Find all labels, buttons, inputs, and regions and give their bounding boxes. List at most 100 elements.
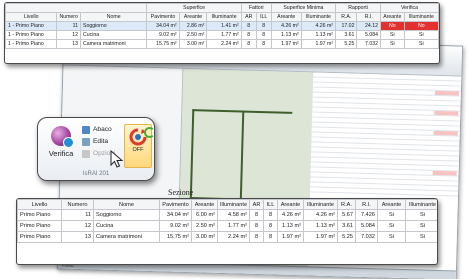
column-header[interactable]: R.A. xyxy=(335,12,358,22)
column-header[interactable]: R.I. xyxy=(356,12,382,22)
column-header[interactable]: Nome xyxy=(79,12,148,22)
cursor-icon xyxy=(110,150,124,168)
column-header[interactable]: Nome xyxy=(93,199,160,210)
table-cell: 24.12 xyxy=(356,21,382,31)
column-header[interactable]: ILL xyxy=(255,12,272,22)
table-cell: 8 xyxy=(249,231,264,243)
table-cell: 5.084 xyxy=(355,220,378,232)
table-cell: 6.00 m² xyxy=(191,209,218,221)
table-cell: Soggiorno xyxy=(93,209,160,221)
table-cell: 17.02 xyxy=(335,21,358,31)
column-header[interactable]: R.A. xyxy=(337,199,356,210)
table-cell: Si xyxy=(377,220,406,232)
table-row[interactable]: Primo Piano 12 Cucina 9.02 m² 2.50 m² 1.77 m²… xyxy=(17,220,437,232)
table-cell: 8 xyxy=(240,21,257,31)
column-header[interactable]: AR xyxy=(240,12,257,22)
table-cell: 2.50 m² xyxy=(191,220,218,232)
column-header[interactable]: Illuminante xyxy=(303,199,338,210)
table-row[interactable]: 1 - Primo Piano 11 Soggiorno 34.04 m² 2.86 m… xyxy=(5,21,439,31)
table-cell: Primo Piano xyxy=(17,231,62,243)
table-row[interactable]: Primo Piano 11 Soggiorno 34.04 m² 6.00 m² 4.5… xyxy=(17,209,437,221)
section-label: Sezione xyxy=(168,188,194,197)
table-cell: 1 - Primo Piano xyxy=(5,30,58,40)
column-header[interactable]: Illuminante xyxy=(405,199,437,210)
header-fattori: Fattori xyxy=(240,3,272,13)
table-cell: 1.41 m² xyxy=(206,21,242,31)
table-cell: 34.04 m² xyxy=(146,21,180,31)
abaco-button[interactable]: Abaco xyxy=(82,124,122,135)
column-header[interactable]: R.I. xyxy=(355,199,378,210)
table-cell: 5.25 xyxy=(335,39,358,49)
table-cell: 12 xyxy=(56,30,81,40)
table-cell: Primo Piano xyxy=(17,209,62,221)
table-cell: Si xyxy=(403,39,439,49)
table-cell: 1.97 m² xyxy=(277,231,304,243)
table-cell: 4.58 m² xyxy=(217,209,250,221)
column-header[interactable]: Pavimento xyxy=(146,12,180,22)
verifica-button[interactable]: Verifica xyxy=(44,124,78,168)
edita-button[interactable]: Edita xyxy=(82,136,122,147)
table-cell: 9.02 m² xyxy=(159,220,192,232)
table-cell: No xyxy=(403,21,439,31)
table-cell: Si xyxy=(405,220,437,232)
table-cell: 4.26 m² xyxy=(300,21,337,31)
table-cell: 1 - Primo Piano xyxy=(5,39,58,49)
column-header[interactable]: Numero xyxy=(56,12,81,22)
table-cell: 11 xyxy=(61,209,94,221)
room-schedule-bottom: Livello Numero Nome Pavimento Areante Illumin… xyxy=(16,198,438,265)
table-row[interactable]: 1 - Primo Piano 12 Cucina 9.02 m² 2.50 m² 1.7… xyxy=(5,30,439,40)
table-cell: 8 xyxy=(263,231,278,243)
edita-label: Edita xyxy=(93,138,109,145)
column-header[interactable]: Illuminante xyxy=(403,12,439,22)
table-cell: 8 xyxy=(263,209,278,221)
table-cell: 12 xyxy=(61,220,94,232)
wall-line xyxy=(189,109,195,200)
column-header[interactable]: Areante xyxy=(380,12,405,22)
column-header[interactable]: Numero xyxy=(61,199,94,210)
column-header[interactable]: Livello xyxy=(17,199,62,210)
table-cell: Si xyxy=(405,209,437,221)
column-header[interactable]: Livello xyxy=(5,12,58,22)
table-cell: Soggiorno xyxy=(79,21,148,31)
table-cell: 2.86 m² xyxy=(178,21,208,31)
verifica-icon xyxy=(51,126,74,148)
table-cell: 7.032 xyxy=(356,39,382,49)
ribbon-group-label: IsRAI 201 xyxy=(82,171,110,177)
column-header[interactable]: Pavimento xyxy=(159,199,192,210)
abaco-label: Abaco xyxy=(93,126,112,133)
table-cell: 8 xyxy=(255,21,272,31)
table-cell: 1.13 m² xyxy=(303,220,338,232)
column-header[interactable]: ILL xyxy=(263,199,278,210)
table-cell: 4.26 m² xyxy=(270,21,302,31)
table-cell: 34.04 m² xyxy=(159,209,192,221)
column-header[interactable]: Areante xyxy=(270,12,302,22)
column-header[interactable]: Illuminante xyxy=(217,199,250,210)
header-superfice: Superfice xyxy=(146,3,242,13)
opzioni-icon xyxy=(82,149,90,158)
table-row[interactable]: 1 - Primo Piano 13 Camera matrimoni 15.75 m… xyxy=(5,39,439,49)
table-cell: 5.084 xyxy=(356,30,382,40)
table-cell: Si xyxy=(380,30,405,40)
column-header[interactable]: Illuminante xyxy=(206,12,242,22)
header-verifica: Verifica xyxy=(380,3,439,13)
column-header[interactable]: Areante xyxy=(277,199,304,210)
table-cell: 13 xyxy=(56,39,81,49)
table-cell: 7.032 xyxy=(355,231,378,243)
table-cell: Camera matrimoni xyxy=(93,231,160,243)
toggle-label: OFF xyxy=(132,147,144,153)
table-cell: 7.426 xyxy=(355,209,378,221)
column-header[interactable]: Areante xyxy=(191,199,218,210)
table-row[interactable]: Primo Piano 13 Camera matrimoni 15.75 m² 3.0… xyxy=(17,231,437,243)
table-cell: Cucina xyxy=(79,30,148,40)
table-cell: 2.24 m² xyxy=(206,39,242,49)
table-cell: 8 xyxy=(249,220,264,232)
table-cell: 2.24 m² xyxy=(217,231,250,243)
table-cell: 3.61 xyxy=(335,30,358,40)
column-header[interactable]: AR xyxy=(249,199,264,210)
column-header[interactable]: Areante xyxy=(377,199,406,210)
column-header[interactable]: Areante xyxy=(178,12,208,22)
column-header[interactable]: Illuminante xyxy=(300,12,337,22)
table-cell: 1.13 m² xyxy=(270,30,302,40)
table-cell: Primo Piano xyxy=(17,220,62,232)
table-cell: 3.00 m² xyxy=(178,39,208,49)
